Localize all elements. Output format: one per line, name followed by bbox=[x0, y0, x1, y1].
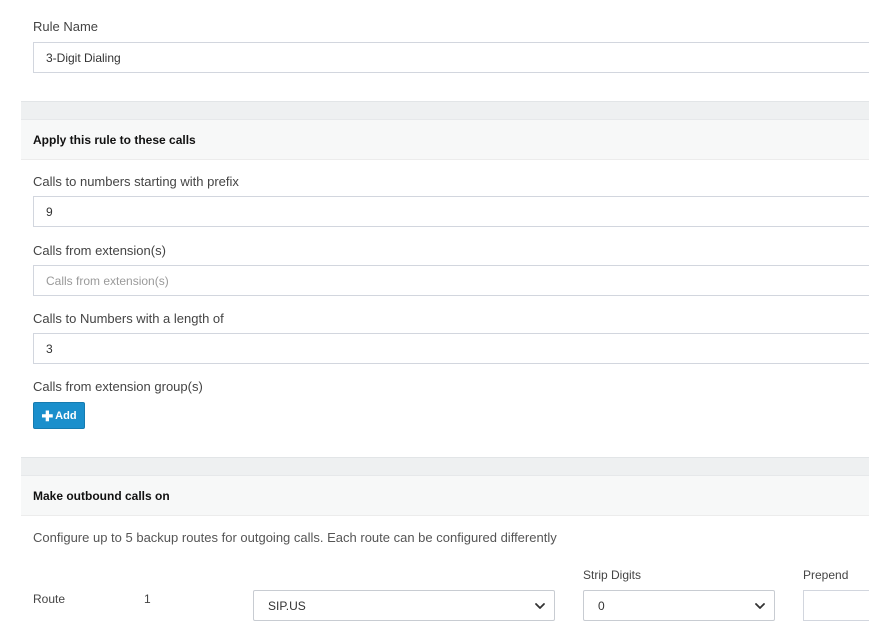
route-label: Route bbox=[33, 592, 66, 606]
prefix-label: Calls to numbers starting with prefix bbox=[33, 174, 239, 189]
apply-section-header: Apply this rule to these calls bbox=[21, 119, 869, 160]
prepend-input[interactable] bbox=[803, 590, 869, 621]
plus-icon: ✚ bbox=[41, 407, 54, 424]
rule-name-label: Rule Name bbox=[33, 19, 99, 34]
strip-digits-value: 0 bbox=[598, 599, 605, 613]
add-group-button[interactable]: ✚ Add bbox=[33, 402, 85, 429]
chevron-down-icon bbox=[535, 603, 545, 609]
extensions-input[interactable] bbox=[33, 265, 869, 296]
outbound-rule-form: Rule Name Apply this rule to these calls… bbox=[0, 0, 869, 636]
section-divider bbox=[21, 457, 869, 476]
groups-label: Calls from extension group(s) bbox=[33, 379, 203, 394]
rule-name-input[interactable] bbox=[33, 42, 869, 73]
length-label: Calls to Numbers with a length of bbox=[33, 311, 224, 326]
outbound-section-title: Make outbound calls on bbox=[33, 489, 170, 503]
prefix-input[interactable] bbox=[33, 196, 869, 227]
length-input[interactable] bbox=[33, 333, 869, 364]
outbound-section-header: Make outbound calls on bbox=[21, 475, 869, 516]
chevron-down-icon bbox=[755, 603, 765, 609]
apply-section-title: Apply this rule to these calls bbox=[33, 133, 196, 147]
add-button-label: Add bbox=[55, 409, 77, 422]
route-number: 1 bbox=[144, 592, 151, 606]
outbound-description: Configure up to 5 backup routes for outg… bbox=[33, 530, 557, 545]
strip-digits-header: Strip Digits bbox=[583, 568, 642, 582]
prepend-header: Prepend bbox=[803, 568, 849, 582]
extensions-label: Calls from extension(s) bbox=[33, 243, 166, 258]
trunk-select[interactable]: SIP.US bbox=[253, 590, 555, 621]
trunk-select-value: SIP.US bbox=[268, 599, 306, 613]
strip-digits-select[interactable]: 0 bbox=[583, 590, 775, 621]
section-divider bbox=[21, 101, 869, 120]
